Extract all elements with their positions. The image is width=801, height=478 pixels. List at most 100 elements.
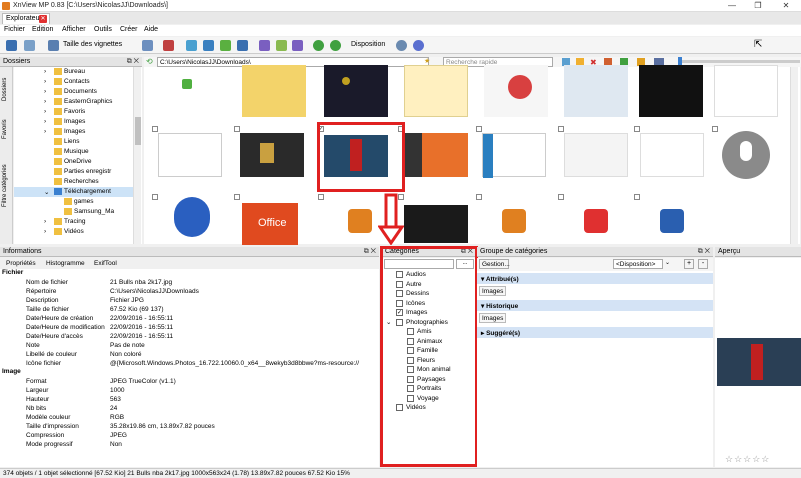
tree-item[interactable]: › Images xyxy=(14,117,133,127)
image-edit-icon[interactable] xyxy=(220,40,231,51)
tools-icon[interactable] xyxy=(163,40,174,51)
thumbnail[interactable] xyxy=(394,191,470,251)
tab-proprietes[interactable]: Propriétés xyxy=(6,260,36,267)
info-section-header[interactable]: Image xyxy=(2,368,21,377)
chevron-down-icon[interactable]: ⌄ xyxy=(665,259,673,269)
panel-pin-close-icon[interactable]: ⧉ ✕ xyxy=(127,58,139,66)
expander-icon[interactable]: › xyxy=(44,228,46,235)
thumb-checkbox[interactable] xyxy=(558,126,564,132)
disposition-select[interactable]: <Disposition> xyxy=(613,259,663,269)
tree-item[interactable]: › EasternGraphics xyxy=(14,97,133,107)
group-section-header[interactable]: ▾ Attribué(s) xyxy=(477,273,713,284)
thumb-checkbox[interactable] xyxy=(152,126,158,132)
thumb-size-menu[interactable]: Taille des vignettes xyxy=(63,41,122,48)
expander-icon[interactable]: › xyxy=(44,88,46,95)
thumbnail[interactable] xyxy=(394,59,470,119)
sync-icon[interactable] xyxy=(330,40,341,51)
refresh-icon[interactable] xyxy=(313,40,324,51)
thumbnail-scrollbar[interactable] xyxy=(790,67,798,244)
tree-item[interactable]: › Favoris xyxy=(14,107,133,117)
disposition-menu[interactable]: Disposition xyxy=(351,41,385,48)
go-icon[interactable]: ⟲ xyxy=(146,57,153,66)
thumbnail[interactable] xyxy=(554,191,630,251)
add-button[interactable]: + xyxy=(684,259,694,269)
browse-icon[interactable] xyxy=(6,40,17,51)
expander-icon[interactable]: › xyxy=(44,128,46,135)
tree-item[interactable]: Recherches xyxy=(14,177,133,187)
thumb-checkbox[interactable] xyxy=(634,194,640,200)
close-button[interactable]: ✕ xyxy=(774,0,798,12)
category-tag[interactable]: Images xyxy=(479,286,507,296)
info-section-header[interactable]: Fichier xyxy=(2,269,23,278)
tree-item[interactable]: › Tracing xyxy=(14,217,133,227)
tree-item[interactable]: › Contacts xyxy=(14,77,133,87)
tree-item[interactable]: games xyxy=(14,197,133,207)
close-tab-icon[interactable]: ✕ xyxy=(39,15,47,23)
gestion-button[interactable]: Gestion... xyxy=(479,259,510,269)
thumbnail[interactable] xyxy=(554,123,630,183)
thumbnail[interactable] xyxy=(630,123,706,183)
thumbnail[interactable] xyxy=(554,59,630,119)
category-tag[interactable]: Images xyxy=(479,313,507,323)
view-mode-icon[interactable] xyxy=(24,40,35,51)
thumbnail[interactable] xyxy=(148,191,224,251)
tree-item[interactable]: Musique xyxy=(14,147,133,157)
tree-item[interactable]: › Documents xyxy=(14,87,133,97)
maximize-button[interactable]: ❐ xyxy=(746,0,770,12)
thumbnail[interactable] xyxy=(474,59,550,119)
thumb-checkbox[interactable] xyxy=(476,194,482,200)
tab-explorateur[interactable]: Explorateur ✕ xyxy=(2,13,50,24)
thumbnail[interactable] xyxy=(704,59,780,119)
tree-item[interactable]: › Vidéos xyxy=(14,227,133,237)
expander-icon[interactable]: ⌄ xyxy=(44,188,49,196)
screen-icon[interactable] xyxy=(237,40,248,51)
menu-creer[interactable]: Créer xyxy=(120,26,138,33)
thumbnail-grid[interactable]: ✓ Office xyxy=(144,65,800,245)
tree-item[interactable]: Liens xyxy=(14,137,133,147)
expander-icon[interactable]: › xyxy=(44,108,46,115)
thumb-checkbox[interactable] xyxy=(634,126,640,132)
rating-stars-icon[interactable]: ☆☆☆☆☆ xyxy=(725,454,770,465)
thumbnail[interactable] xyxy=(472,123,548,183)
panel-pin-close-icon[interactable]: ⧉ ✕ xyxy=(698,248,710,256)
tree-item[interactable]: › Bureau xyxy=(14,67,133,77)
panel-pin-close-icon[interactable]: ⧉ ✕ xyxy=(364,248,376,256)
expander-icon[interactable]: › xyxy=(44,68,46,75)
thumb-checkbox[interactable] xyxy=(318,194,324,200)
tree-item[interactable]: ⌄ Téléchargement xyxy=(14,187,133,197)
thumbnail[interactable] xyxy=(472,191,548,251)
forward-icon[interactable] xyxy=(276,40,287,51)
settings-icon[interactable] xyxy=(396,40,407,51)
thumb-checkbox[interactable] xyxy=(234,126,240,132)
sort-icon[interactable] xyxy=(48,40,59,51)
fullscreen-icon[interactable] xyxy=(186,40,197,51)
thumbnail[interactable] xyxy=(629,59,705,119)
group-section-header[interactable]: ▾ Historique xyxy=(477,300,713,311)
group-section-header[interactable]: ▸ Suggéré(s) xyxy=(477,327,713,338)
thumbnail[interactable] xyxy=(630,191,706,251)
tree-item[interactable]: OneDrive xyxy=(14,157,133,167)
thumbnail[interactable] xyxy=(230,123,306,183)
side-tab-favoris[interactable]: Favoris xyxy=(2,119,8,139)
next-icon[interactable] xyxy=(292,40,303,51)
thumbnail[interactable] xyxy=(314,59,390,119)
thumb-checkbox[interactable] xyxy=(152,194,158,200)
thumbnail[interactable] xyxy=(232,59,308,119)
thumb-checkbox[interactable] xyxy=(558,194,564,200)
filter-icon[interactable] xyxy=(142,40,153,51)
folder-tree[interactable]: › Bureau › Contacts › Documents › EasternGraphi… xyxy=(14,67,142,244)
expander-icon[interactable]: › xyxy=(44,78,46,85)
tree-item[interactable]: Samsung_Ma xyxy=(14,207,133,217)
thumbnail[interactable] xyxy=(394,123,470,183)
tab-exiftool[interactable]: ExifTool xyxy=(94,260,117,267)
remove-button[interactable]: - xyxy=(698,259,708,269)
menu-fichier[interactable]: Fichier xyxy=(4,26,25,33)
help-icon[interactable] xyxy=(413,40,424,51)
tree-item[interactable]: Parties enregistr xyxy=(14,167,133,177)
thumbnail[interactable] xyxy=(154,65,230,125)
thumbnail[interactable]: Office xyxy=(230,191,306,251)
expander-icon[interactable]: › xyxy=(44,118,46,125)
back-icon[interactable] xyxy=(259,40,270,51)
thumbnail[interactable] xyxy=(148,123,224,183)
thumb-checkbox[interactable] xyxy=(476,126,482,132)
